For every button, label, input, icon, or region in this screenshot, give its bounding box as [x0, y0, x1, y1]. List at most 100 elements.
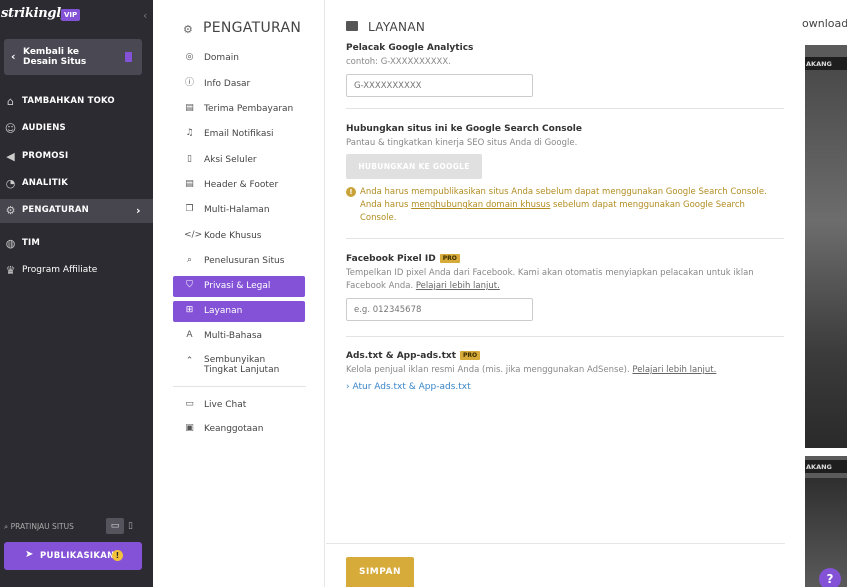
document-icon: [125, 52, 132, 62]
settings-panel: ⚙ PENGATURAN ◎ Domain ⓘ Info Dasar ▤ Ter…: [153, 0, 805, 587]
settings-item-label: Kode Khusus: [204, 231, 262, 241]
ga-input[interactable]: [346, 74, 533, 97]
settings-item-label: Header & Footer: [204, 180, 279, 190]
desktop-icon[interactable]: ▭: [106, 518, 124, 534]
back-to-design-button[interactable]: ‹ Kembali ke Desain Situs: [4, 39, 142, 75]
connect-google-button[interactable]: HUBUNGKAN KE GOOGLE: [346, 154, 482, 179]
settings-item-label: Aksi Seluler: [204, 155, 257, 165]
store-icon: ⌂: [7, 95, 14, 108]
ads-label: Ads.txt & App-ads.txt PRO: [346, 351, 481, 361]
settings-item-email[interactable]: ♫ Email Notifikasi: [173, 124, 305, 145]
pro-badge: PRO: [460, 351, 481, 360]
page-title: LAYANAN: [368, 20, 426, 34]
settings-item-label: Sembunyikan Tingkat Lanjutan: [204, 355, 280, 375]
settings-item-multi-language[interactable]: A Multi-Bahasa: [173, 326, 305, 347]
trophy-icon: ♛: [5, 264, 16, 277]
settings-item-membership[interactable]: ▣ Keanggotaan: [173, 419, 305, 440]
settings-item-label: Multi-Bahasa: [204, 331, 263, 341]
folder-icon: [346, 21, 358, 31]
grid-icon: ⊞: [185, 305, 194, 315]
mobile-icon: ▯: [187, 154, 192, 164]
fb-pixel-input[interactable]: [346, 298, 533, 321]
publish-label: PUBLIKASIKAN: [40, 551, 115, 561]
translate-icon: A: [186, 330, 193, 340]
preview-label: ⌕ PRATINJAU SITUS: [4, 522, 74, 531]
pages-icon: ❐: [185, 204, 194, 214]
settings-item-label: Penelusuran Situs: [204, 256, 285, 266]
info-icon: ⓘ: [184, 78, 194, 88]
layout-icon: ▤: [185, 179, 194, 189]
sidebar-item-label: Program Affiliate: [22, 265, 98, 275]
settings-item-domain[interactable]: ◎ Domain: [173, 48, 305, 69]
settings-item-label: Domain: [204, 53, 239, 63]
settings-item-mobile[interactable]: ▯ Aksi Seluler: [173, 150, 305, 171]
preview-header: ownload: [802, 0, 847, 45]
sidebar-item-promotion[interactable]: ◀ PROMOSI: [0, 145, 153, 169]
ga-hint: contoh: G-XXXXXXXXXX.: [346, 57, 451, 67]
member-icon: ▣: [185, 423, 194, 433]
preview-bar-text: AKANG: [806, 60, 832, 68]
mobile-icon[interactable]: ▯: [128, 518, 138, 534]
settings-item-multi-page[interactable]: ❐ Multi-Halaman: [173, 200, 305, 221]
help-button[interactable]: ?: [819, 568, 841, 587]
divider: [346, 108, 784, 109]
settings-item-services[interactable]: ⊞ Layanan: [173, 301, 305, 322]
preview-bar: AKANG: [805, 460, 847, 473]
settings-item-basic-info[interactable]: ⓘ Info Dasar: [173, 74, 305, 95]
code-icon: </>: [184, 230, 203, 240]
vip-badge: VIP: [61, 9, 81, 21]
connect-domain-link[interactable]: menghubungkan domain khusus: [411, 200, 550, 210]
fb-desc: Tempelkan ID pixel Anda dari Facebook. K…: [346, 268, 754, 291]
users-icon: ☺: [4, 122, 17, 135]
preview-image: [805, 70, 847, 448]
gsc-label: Hubungkan situs ini ke Google Search Con…: [346, 124, 582, 134]
megaphone-icon: ◀: [6, 150, 15, 163]
main-sidebar: strikingly VIP ‹ ‹ Kembali ke Desain Sit…: [0, 0, 153, 587]
settings-item-payment[interactable]: ▤ Terima Pembayaran: [173, 99, 305, 120]
search-icon: ⌕: [186, 255, 193, 265]
ga-label: Pelacak Google Analytics: [346, 43, 474, 53]
site-preview-strip: ownload AKANG AKANG ?: [802, 0, 847, 587]
settings-item-hide-advanced[interactable]: ⌃ Sembunyikan Tingkat Lanjutan: [173, 352, 305, 380]
ads-learn-more-link[interactable]: Pelajari lebih lanjut.: [632, 365, 716, 375]
preview-download-text: ownload: [802, 17, 847, 30]
sidebar-item-label: AUDIENS: [22, 123, 66, 133]
settings-item-custom-code[interactable]: </> Kode Khusus: [173, 226, 305, 247]
sidebar-item-label: PENGATURAN: [22, 205, 89, 215]
settings-item-label: Live Chat: [204, 400, 247, 410]
chat-icon: ▭: [185, 399, 194, 409]
settings-item-live-chat[interactable]: ▭ Live Chat: [173, 395, 305, 416]
logo-row: strikingly VIP ‹: [0, 6, 153, 26]
sidebar-item-affiliate[interactable]: ♛ Program Affiliate: [0, 259, 153, 283]
divider: [346, 336, 784, 337]
back-to-design-label: Kembali ke Desain Situs: [23, 47, 87, 67]
settings-gear-icon: ⚙: [183, 23, 193, 36]
divider: [346, 238, 784, 239]
sidebar-item-audience[interactable]: ☺ AUDIENS: [0, 117, 153, 141]
gsc-desc: Pantau & tingkatkan kinerja SEO situs An…: [346, 138, 578, 148]
settings-item-site-search[interactable]: ⌕ Penelusuran Situs: [173, 251, 305, 272]
save-button[interactable]: SIMPAN: [346, 557, 414, 587]
sidebar-item-store[interactable]: ⌂ TAMBAHKAN TOKO: [0, 90, 153, 114]
gear-icon: ⚙: [5, 204, 16, 217]
bell-icon: ♫: [185, 128, 194, 138]
payment-icon: ▤: [185, 103, 194, 113]
rocket-icon: ➤: [25, 549, 34, 560]
settings-item-privacy[interactable]: ⛉ Privasi & Legal: [173, 276, 305, 297]
sidebar-item-analytics[interactable]: ◔ ANALITIK: [0, 172, 153, 196]
settings-item-header-footer[interactable]: ▤ Header & Footer: [173, 175, 305, 196]
settings-item-label: Privasi & Legal: [204, 281, 271, 291]
sidebar-item-label: TAMBAHKAN TOKO: [22, 96, 115, 106]
collapse-sidebar-icon[interactable]: ‹: [143, 9, 147, 22]
gsc-warning: Anda harus mempublikasikan situs Anda se…: [360, 187, 767, 223]
manage-ads-txt-link[interactable]: › Atur Ads.txt & App-ads.txt: [346, 382, 471, 392]
settings-nav: ⚙ PENGATURAN ◎ Domain ⓘ Info Dasar ▤ Ter…: [153, 0, 325, 587]
globe-icon: ◎: [185, 52, 194, 62]
settings-item-label: Info Dasar: [204, 79, 251, 89]
sidebar-item-settings[interactable]: ⚙ PENGATURAN ›: [0, 199, 153, 223]
preview-gap: [805, 448, 847, 456]
sidebar-item-label: TIM: [22, 238, 41, 248]
fb-learn-more-link[interactable]: Pelajari lebih lanjut.: [416, 281, 500, 291]
publish-button[interactable]: ➤ PUBLIKASIKAN !: [4, 542, 142, 570]
sidebar-item-team[interactable]: ◍ TIM: [0, 232, 153, 256]
